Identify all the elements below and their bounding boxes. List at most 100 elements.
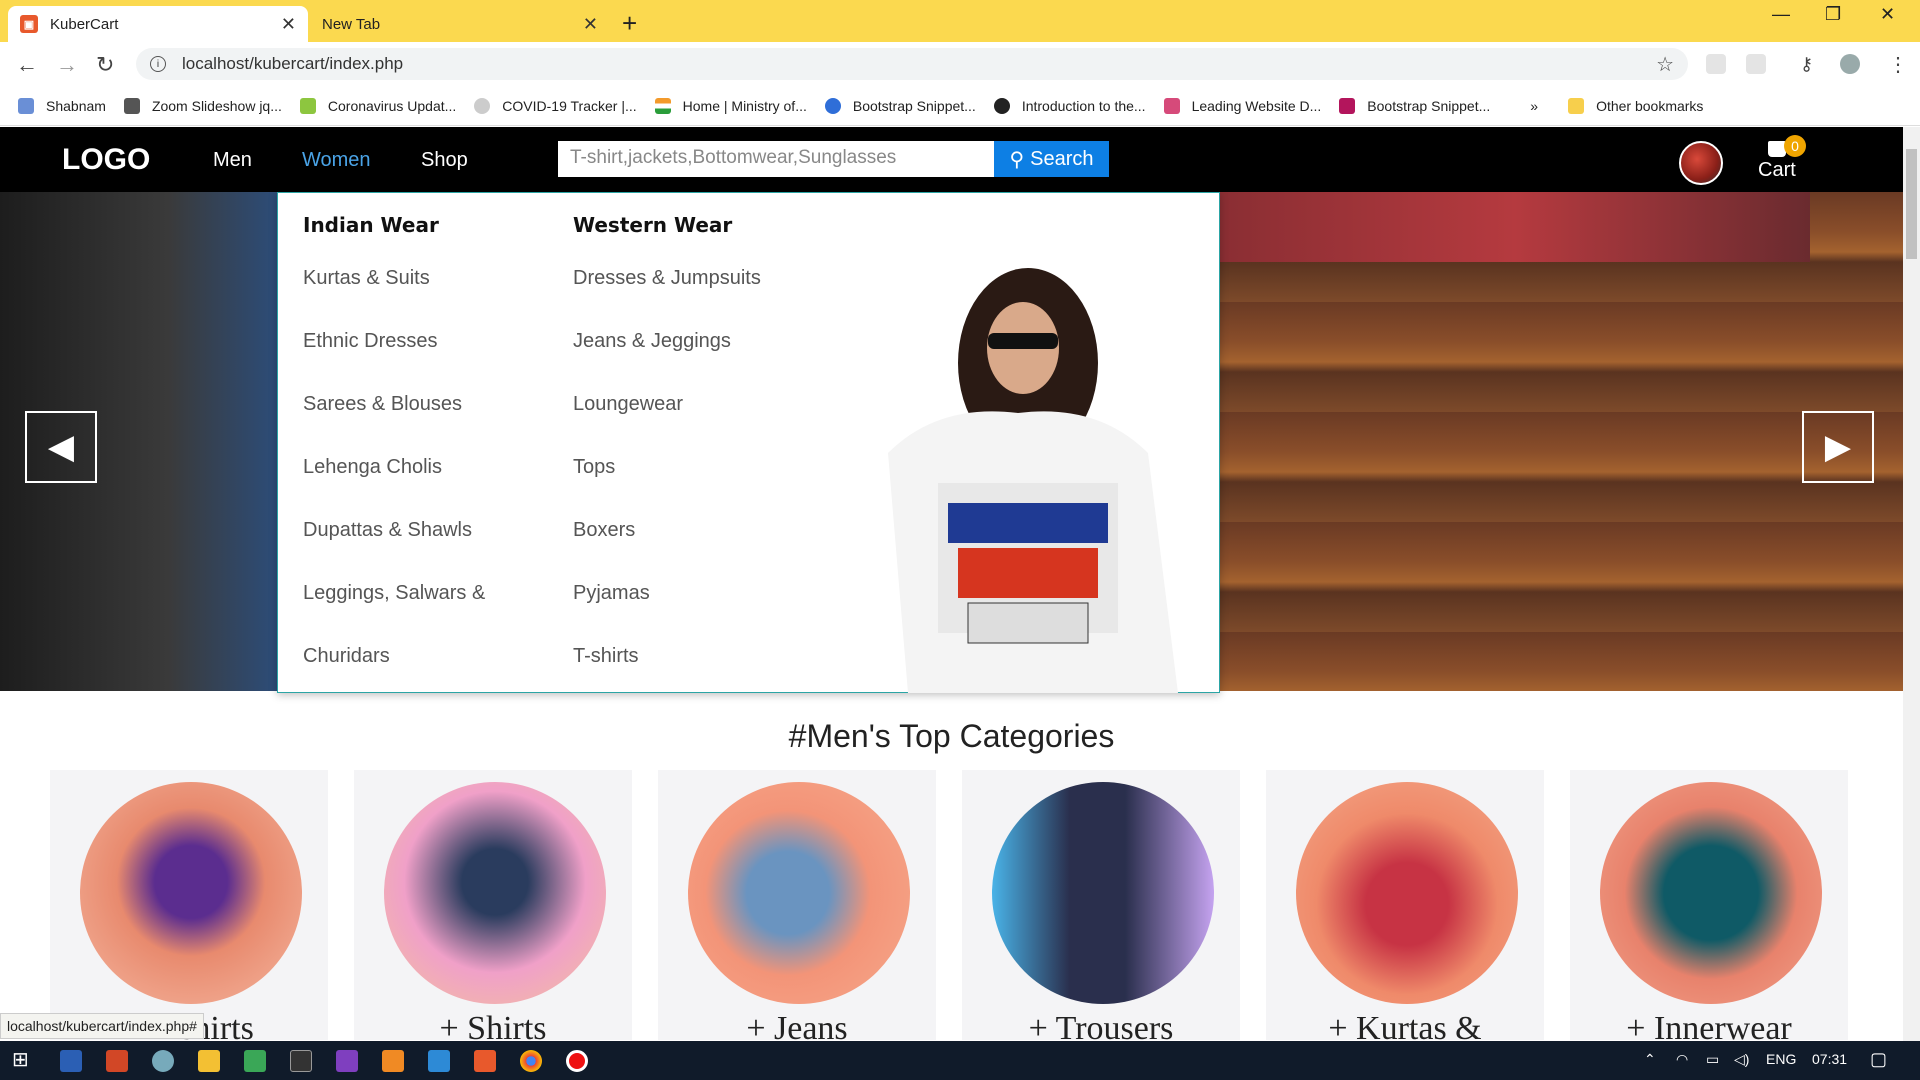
bookmark-icon [123,97,140,114]
arrow-left-icon: ◀ [47,428,75,466]
app-icon[interactable] [152,1050,174,1072]
info-icon[interactable]: i [150,56,166,72]
menu-item[interactable]: Churidars [303,645,485,708]
bookmark-icon [299,97,316,114]
volume-icon[interactable]: ◁) [1734,1051,1749,1068]
menu-item[interactable]: Dupattas & Shawls [303,519,485,582]
tab-title: New Tab [322,15,381,33]
menu-item[interactable]: Kurtas & Suits [303,267,485,330]
clock[interactable]: 07:31 [1812,1051,1847,1067]
category-card[interactable]: + T-shirts [50,770,328,1047]
nav-shop[interactable]: Shop [421,149,468,172]
menu-item[interactable]: Sarees & Blouses [303,393,485,456]
app-icon[interactable] [244,1050,266,1072]
carousel-next-button[interactable]: ▶ [1802,411,1874,483]
word-icon[interactable] [60,1050,82,1072]
category-image [1600,782,1822,1004]
bookmark-item[interactable]: Home | Ministry of... [654,97,807,114]
bookmark-item[interactable]: Coronavirus Updat... [299,97,456,114]
bookmark-item[interactable]: Zoom Slideshow jq... [123,97,282,114]
nav-men[interactable]: Men [213,149,252,172]
category-card[interactable]: + Jeans [658,770,936,1047]
tab-title: KuberCart [50,15,119,33]
extension-icon[interactable] [1746,54,1766,74]
language-indicator[interactable]: ENG [1766,1051,1796,1067]
bookmark-item[interactable]: Bootstrap Snippet... [1339,97,1490,114]
arrow-right-icon: ▶ [1824,428,1852,466]
windows-start-icon[interactable]: ⊞ [12,1047,34,1071]
xampp-icon[interactable] [474,1050,496,1072]
sublime-icon[interactable] [382,1050,404,1072]
cart-button[interactable]: 0 Cart [1758,135,1806,182]
bookmarks-overflow-button[interactable]: » [1530,98,1538,114]
notifications-icon[interactable]: ▢ [1870,1049,1887,1070]
forward-icon[interactable]: → [56,52,78,78]
cart-count-badge: 0 [1784,135,1806,157]
maximize-icon[interactable]: ❐ [1825,4,1841,25]
carousel-prev-button[interactable]: ◀ [25,411,97,483]
record-icon[interactable] [566,1050,588,1072]
bookmark-item[interactable]: COVID-19 Tracker |... [474,97,637,114]
bookmark-icon [824,97,841,114]
tab-close-icon[interactable]: ✕ [583,14,598,35]
tab-close-icon[interactable]: ✕ [281,14,296,35]
menu-item[interactable]: Dresses & Jumpsuits [573,267,761,330]
globe-icon [993,97,1010,114]
menu-item[interactable]: Ethnic Dresses [303,330,485,393]
cart-label: Cart [1758,159,1796,181]
extension-icon[interactable] [1706,54,1726,74]
bookmark-star-icon[interactable]: ☆ [1656,52,1674,77]
menu-item[interactable]: Lehenga Cholis [303,456,485,519]
bookmark-item[interactable]: Introduction to the... [993,97,1146,114]
bookmark-item[interactable]: Bootstrap Snippet... [824,97,976,114]
nav-women[interactable]: Women [302,149,371,172]
onenote-icon[interactable] [336,1050,358,1072]
reload-icon[interactable]: ↻ [96,52,114,78]
category-card[interactable]: + Kurtas & [1266,770,1544,1047]
file-explorer-icon[interactable] [198,1050,220,1072]
tab-new-tab[interactable]: New Tab ✕ [310,6,610,42]
vscode-icon[interactable] [428,1050,450,1072]
category-card[interactable]: + Innerwear [1570,770,1848,1047]
indian-wear-column: Indian Wear Kurtas & Suits Ethnic Dresse… [303,213,485,708]
user-avatar[interactable] [1679,141,1723,185]
bookmark-item[interactable]: Shabnam [18,97,106,114]
tab-kubercart[interactable]: ▣ KuberCart ✕ [8,6,308,42]
category-image [688,782,910,1004]
scrollbar-thumb[interactable] [1906,149,1917,259]
menu-item[interactable]: Loungewear [573,393,761,456]
western-wear-heading: Western Wear [573,213,733,237]
address-bar[interactable]: i localhost/kubercart/index.php ☆ [136,48,1688,80]
category-card[interactable]: + Trousers [962,770,1240,1047]
search-button[interactable]: ⚲ Search [994,141,1109,177]
menu-item[interactable]: Pyjamas [573,582,761,645]
tray-chevron-icon[interactable]: ⌃ [1644,1051,1656,1068]
window-close-icon[interactable]: ✕ [1880,4,1895,25]
search-input[interactable]: T-shirt,jackets,Bottomwear,Sunglasses [558,141,994,177]
profile-avatar-icon[interactable] [1840,54,1860,74]
menu-dots-icon[interactable]: ⋮ [1888,52,1908,77]
menu-item[interactable]: Boxers [573,519,761,582]
other-bookmarks[interactable]: Other bookmarks [1568,97,1703,114]
woman-model-image [888,268,1178,693]
page-scrollbar[interactable] [1903,127,1920,1041]
minimize-icon[interactable]: — [1772,4,1790,25]
chrome-icon[interactable] [520,1050,542,1072]
bookmark-icon [18,97,34,114]
wifi-icon[interactable]: ◠ [1676,1051,1688,1068]
western-wear-column: Western Wear Dresses & Jumpsuits Jeans &… [573,213,761,708]
menu-item[interactable]: Leggings, Salwars & [303,582,485,645]
category-card[interactable]: + Shirts [354,770,632,1047]
battery-icon[interactable]: ▭ [1706,1051,1719,1068]
key-icon[interactable]: ⚷ [1800,54,1813,75]
menu-item[interactable]: Jeans & Jeggings [573,330,761,393]
new-tab-button[interactable]: + [622,8,637,39]
menu-item[interactable]: Tops [573,456,761,519]
terminal-icon[interactable] [290,1050,312,1072]
back-icon[interactable]: ← [16,52,38,78]
site-logo[interactable]: LOGO [62,143,150,177]
powerpoint-icon[interactable] [106,1050,128,1072]
hero-wood-panel [1220,192,1810,262]
bookmark-item[interactable]: Leading Website D... [1163,97,1321,114]
menu-item[interactable]: T-shirts [573,645,761,708]
